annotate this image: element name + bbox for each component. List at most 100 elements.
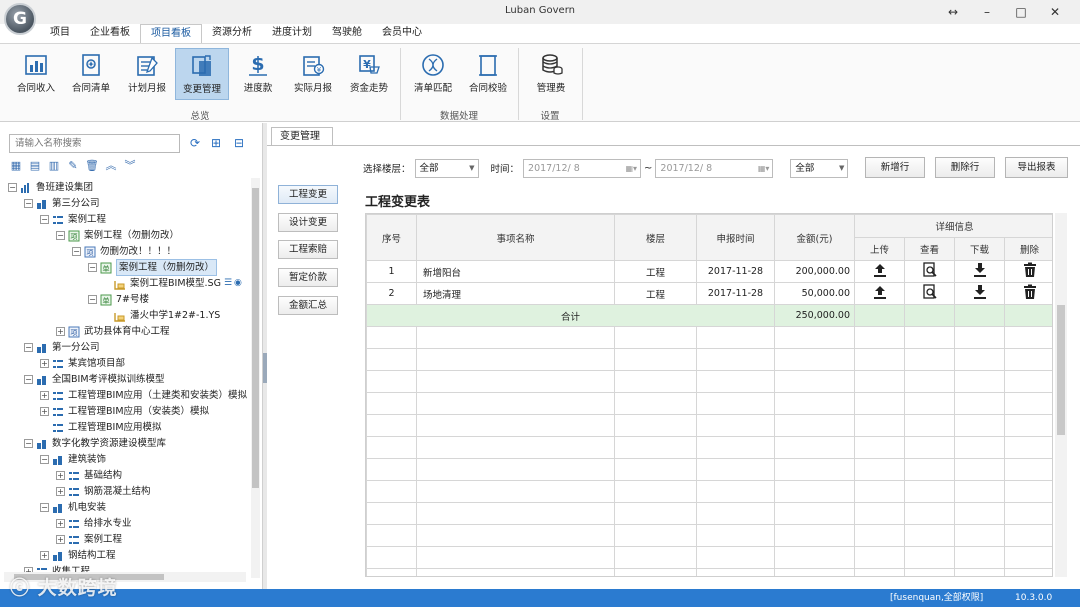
- tree-node[interactable]: − 第一分公司: [24, 340, 100, 355]
- plan-monthly-button[interactable]: 计划月报: [120, 48, 174, 100]
- scroll-thumb[interactable]: [252, 188, 259, 488]
- tree-node[interactable]: 工程管理BIM应用模拟: [52, 420, 162, 435]
- cell-amount[interactable]: 50,000.00: [774, 282, 855, 305]
- contract-income-button[interactable]: 合同收入: [9, 48, 63, 100]
- expand-toggle-icon[interactable]: +: [40, 407, 49, 416]
- collapse-all-icon[interactable]: ⊟: [232, 136, 246, 150]
- delete-row-button[interactable]: 删除行: [935, 157, 995, 178]
- collapse-toggle-icon[interactable]: −: [24, 439, 33, 448]
- empty-row[interactable]: [366, 326, 1052, 349]
- expand-toggle-icon[interactable]: +: [56, 487, 65, 496]
- expand-toggle-icon[interactable]: +: [40, 359, 49, 368]
- tree-node[interactable]: − 鲁班建设集团: [8, 180, 93, 195]
- contract-list-button[interactable]: 合同清单: [64, 48, 118, 100]
- cell-floor[interactable]: 工程: [614, 282, 697, 305]
- cell-date[interactable]: 2017-11-28: [696, 260, 775, 283]
- empty-row[interactable]: [366, 458, 1052, 481]
- empty-row[interactable]: [366, 480, 1052, 503]
- collapse-toggle-icon[interactable]: −: [8, 183, 17, 192]
- actual-monthly-button[interactable]: ¥ 实际月报: [286, 48, 340, 100]
- cell-amount[interactable]: 200,000.00: [774, 260, 855, 283]
- tab-project[interactable]: 项目: [40, 24, 80, 43]
- add-row-button[interactable]: 新增行: [865, 157, 925, 178]
- tree-node[interactable]: − 机电安装: [40, 500, 106, 515]
- cell-name[interactable]: 新增阳台: [416, 260, 615, 283]
- expand-toggle-icon[interactable]: +: [40, 551, 49, 560]
- collapse-toggle-icon[interactable]: −: [24, 343, 33, 352]
- engineering-claim-button[interactable]: 工程索赔: [278, 240, 338, 259]
- download-icon[interactable]: [954, 260, 1005, 283]
- empty-row[interactable]: [366, 524, 1052, 547]
- collapse-toggle-icon[interactable]: −: [88, 295, 97, 304]
- search-input[interactable]: [9, 134, 180, 153]
- tab-schedule[interactable]: 进度计划: [262, 24, 322, 43]
- tree-node[interactable]: − 建筑装饰: [40, 452, 106, 467]
- scope-select[interactable]: 全部 ▼: [790, 158, 849, 178]
- download-icon[interactable]: [954, 282, 1005, 305]
- fund-trend-button[interactable]: ¥ 资金走势: [342, 48, 396, 100]
- tree-vertical-scrollbar[interactable]: [251, 178, 260, 578]
- tree-node[interactable]: + 钢结构工程: [40, 548, 116, 563]
- maximize-button[interactable]: □: [1004, 3, 1038, 21]
- expand-toggle-icon[interactable]: +: [40, 391, 49, 400]
- expand-all-icon[interactable]: ⊞: [209, 136, 223, 150]
- tree-node[interactable]: − 项案例工程（勿删勿改）: [56, 228, 179, 243]
- change-management-button[interactable]: 变更管理: [175, 48, 229, 100]
- empty-row[interactable]: [366, 436, 1052, 459]
- empty-row[interactable]: [366, 568, 1052, 576]
- add-node-icon[interactable]: ▦: [9, 159, 23, 173]
- tree-node[interactable]: + 工程管理BIM应用（安装类）模拟: [40, 404, 209, 419]
- tree-node[interactable]: − 项勿删勿改！！！！: [72, 244, 176, 259]
- export-report-button[interactable]: 导出报表: [1005, 157, 1068, 178]
- import-icon[interactable]: ▥: [47, 159, 61, 173]
- tab-enterprise-board[interactable]: 企业看板: [80, 24, 140, 43]
- scroll-thumb[interactable]: [1057, 305, 1065, 435]
- table-vertical-scrollbar[interactable]: [1055, 213, 1067, 577]
- tab-change-management[interactable]: 变更管理: [271, 127, 333, 146]
- upload-icon[interactable]: [854, 260, 905, 283]
- cell-date[interactable]: 2017-11-28: [696, 282, 775, 305]
- amount-summary-button[interactable]: 金额汇总: [278, 296, 338, 315]
- app-logo[interactable]: G: [4, 3, 36, 35]
- collapse-toggle-icon[interactable]: −: [40, 503, 49, 512]
- tree-node[interactable]: 案例工程BIM模型.SG ☰ ◉: [114, 276, 242, 291]
- move-up-icon[interactable]: ︽: [104, 159, 118, 173]
- date-from-input[interactable]: 2017/12/ 8 ▦▾: [523, 158, 642, 178]
- refresh-icon[interactable]: ⟳: [188, 136, 202, 150]
- tab-resource-analysis[interactable]: 资源分析: [202, 24, 262, 43]
- tree-node[interactable]: − 单 7#号楼: [88, 292, 149, 307]
- tab-project-board[interactable]: 项目看板: [140, 24, 202, 43]
- tree-node[interactable]: + 工程管理BIM应用（土建类和安装类）模拟: [40, 388, 247, 403]
- tree-node[interactable]: + 案例工程: [56, 532, 122, 547]
- date-to-input[interactable]: 2017/12/ 8 ▦▾: [655, 158, 774, 178]
- expand-toggle-icon[interactable]: +: [56, 535, 65, 544]
- empty-row[interactable]: [366, 546, 1052, 569]
- upload-icon[interactable]: [854, 282, 905, 305]
- collapse-toggle-icon[interactable]: −: [40, 215, 49, 224]
- tree-node[interactable]: + 给排水专业: [56, 516, 132, 531]
- trash-icon[interactable]: [1003, 260, 1052, 283]
- tree-node[interactable]: − 数字化教学资源建设模型库: [24, 436, 166, 451]
- minimize-button[interactable]: –: [970, 3, 1004, 21]
- collapse-toggle-icon[interactable]: −: [56, 231, 65, 240]
- tab-member-center[interactable]: 会员中心: [372, 24, 432, 43]
- move-down-icon[interactable]: ︾: [123, 159, 137, 173]
- collapse-toggle-icon[interactable]: −: [88, 263, 97, 272]
- link-icon[interactable]: ◉: [234, 276, 242, 291]
- floor-select[interactable]: 全部 ▼: [414, 158, 479, 178]
- tree-node[interactable]: + 项武功县体育中心工程: [56, 324, 170, 339]
- empty-row[interactable]: [366, 370, 1052, 393]
- expand-toggle-icon[interactable]: +: [56, 327, 65, 336]
- trash-icon[interactable]: [1003, 282, 1052, 305]
- empty-row[interactable]: [366, 392, 1052, 415]
- tree-node[interactable]: − 第三分公司: [24, 196, 100, 211]
- cell-floor[interactable]: 工程: [614, 260, 697, 283]
- tree-node[interactable]: 潘火中学1#2#-1.YS: [114, 308, 220, 323]
- add-child-icon[interactable]: ▤: [28, 159, 42, 173]
- view-icon[interactable]: [904, 260, 955, 283]
- empty-row[interactable]: [366, 414, 1052, 437]
- collapse-toggle-icon[interactable]: −: [24, 375, 33, 384]
- tree-node[interactable]: + 基础结构: [56, 468, 122, 483]
- resize-icon[interactable]: ↔: [936, 3, 970, 21]
- management-fee-button[interactable]: 管理费: [524, 48, 578, 100]
